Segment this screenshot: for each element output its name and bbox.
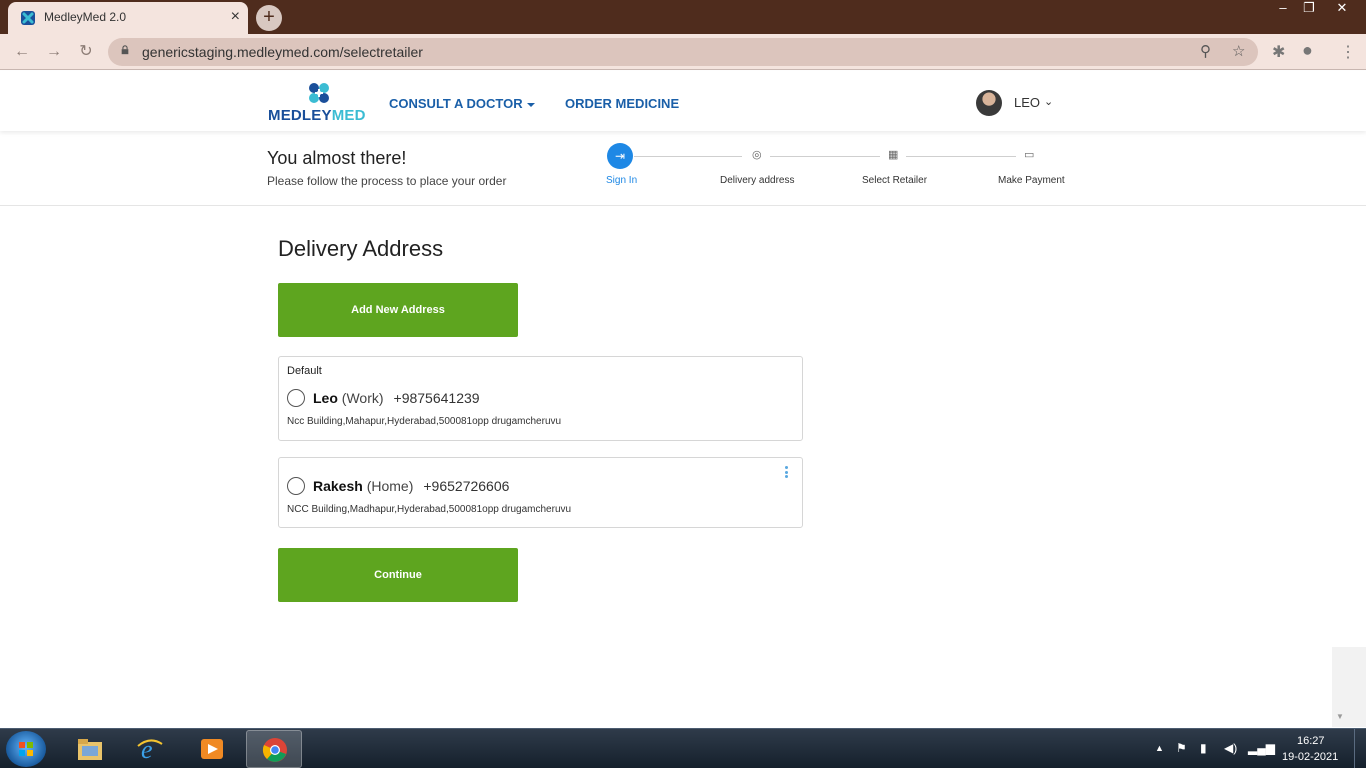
url-text: genericstaging.medleymed.com/selectretai…: [142, 44, 423, 60]
location-pin-icon: ◎: [752, 149, 762, 161]
progress-title: You almost there!: [267, 148, 407, 168]
progress-subtitle: Please follow the process to place your …: [267, 174, 507, 188]
new-tab-button[interactable]: +: [256, 5, 282, 31]
address-radio[interactable]: [287, 477, 305, 495]
address-bar[interactable]: genericstaging.medleymed.com/selectretai…: [108, 38, 1258, 66]
scroll-down-icon[interactable]: ▼: [1336, 712, 1344, 721]
step-label-delivery: Delivery address: [720, 175, 795, 186]
internet-explorer-icon: e: [137, 736, 163, 762]
start-button[interactable]: [6, 731, 46, 767]
step-connector: [634, 156, 742, 157]
checkout-progress: You almost there! Please follow the proc…: [0, 131, 1366, 206]
address-type: (Home): [366, 478, 414, 494]
network-icon[interactable]: ▂▄▆: [1248, 741, 1275, 755]
avatar[interactable]: [976, 90, 1002, 116]
medleymed-logo[interactable]: MEDLEYMED: [268, 81, 370, 125]
logo-text-med: MED: [331, 107, 366, 124]
user-name[interactable]: LEO: [1014, 95, 1040, 110]
lock-icon: [121, 45, 129, 55]
address-card-default[interactable]: Default Leo (Work) +9875641239 Ncc Buildi…: [278, 356, 803, 441]
store-icon: ▦: [888, 149, 899, 161]
step-connector: [906, 156, 1016, 157]
close-window-button[interactable]: ✕: [1324, 0, 1360, 18]
address-text: NCC Building,Madhapur,Hyderabad,500081op…: [287, 504, 572, 515]
zoom-icon[interactable]: ⚲: [1200, 42, 1211, 60]
nav-consult-label: CONSULT A DOCTOR: [389, 96, 523, 111]
clock-time[interactable]: 16:27: [1297, 735, 1325, 747]
action-center-flag-icon[interactable]: ⚑: [1176, 741, 1187, 755]
power-icon[interactable]: ▮: [1200, 741, 1207, 755]
tab-close-icon[interactable]: ×: [231, 8, 240, 26]
step-label-sign-in: Sign In: [606, 175, 638, 186]
browser-titlebar: MedleyMed 2.0 × + – ❐ ✕: [0, 0, 1366, 34]
page-title: Delivery Address: [278, 236, 444, 261]
taskbar-explorer[interactable]: [62, 730, 118, 768]
tray-expand-icon[interactable]: ▲: [1155, 743, 1164, 753]
browser-tab[interactable]: MedleyMed 2.0 ×: [8, 2, 248, 34]
restore-button[interactable]: ❐: [1294, 0, 1324, 18]
address-type: (Work): [341, 390, 384, 406]
taskbar-chrome[interactable]: [246, 730, 302, 768]
logo-mark-icon: [309, 83, 329, 103]
user-chevron-down-icon[interactable]: ⌄: [1044, 95, 1053, 108]
windows-flag-icon: [19, 742, 33, 756]
address-text: Ncc Building,Mahapur,Hyderabad,500081opp…: [287, 416, 562, 427]
extensions-icon[interactable]: ✱: [1272, 42, 1285, 62]
add-new-address-button[interactable]: Add New Address: [278, 283, 518, 337]
taskbar-media[interactable]: [184, 730, 240, 768]
address-card[interactable]: Rakesh (Home) +9652726606 NCC Building,Ma…: [278, 457, 803, 528]
step-label-payment: Make Payment: [998, 175, 1065, 186]
continue-button[interactable]: Continue: [278, 548, 518, 602]
default-badge: Default: [287, 365, 322, 377]
address-radio[interactable]: [287, 389, 305, 407]
chrome-icon: [262, 738, 287, 762]
profile-icon[interactable]: ●: [1302, 40, 1313, 61]
forward-icon[interactable]: →: [42, 40, 66, 64]
tab-title: MedleyMed 2.0: [44, 10, 127, 24]
reload-icon[interactable]: ↻: [74, 40, 98, 64]
step-connector: [770, 156, 880, 157]
media-player-icon: [201, 739, 223, 759]
address-phone: +9652726606: [423, 478, 510, 494]
show-desktop-button[interactable]: [1354, 729, 1366, 768]
nav-consult-doctor[interactable]: CONSULT A DOCTOR: [389, 96, 535, 111]
card-icon: ▭: [1024, 149, 1035, 161]
address-heading: Rakesh (Home) +9652726606: [313, 478, 509, 494]
logo-text-medley: MEDLEY: [268, 107, 332, 124]
taskbar-ie[interactable]: e: [122, 730, 178, 768]
step-label-retailer: Select Retailer: [862, 175, 928, 186]
volume-icon[interactable]: ◀): [1224, 741, 1237, 755]
clock-date[interactable]: 19-02-2021: [1282, 751, 1338, 763]
address-phone: +9875641239: [393, 390, 480, 406]
address-name: Rakesh: [313, 478, 363, 494]
windows-taskbar: e ▲ ⚑ ▮ ◀) ▂▄▆ 16:27 19-02-2021: [0, 728, 1366, 768]
logo-text: MEDLEYMED: [268, 107, 366, 124]
bookmark-star-icon[interactable]: ☆: [1232, 42, 1245, 60]
menu-icon[interactable]: ⋮: [1340, 42, 1356, 62]
site-header: MEDLEYMED CONSULT A DOCTOR ORDER MEDICIN…: [0, 71, 1366, 131]
more-options-icon[interactable]: [784, 466, 790, 480]
address-heading: Leo (Work) +9875641239: [313, 390, 480, 406]
address-name: Leo: [313, 390, 338, 406]
folder-icon: [78, 739, 102, 760]
nav-order-medicine[interactable]: ORDER MEDICINE: [565, 96, 679, 111]
medleymed-favicon-icon: [21, 11, 35, 25]
browser-toolbar: ← → ↻ genericstaging.medleymed.com/selec…: [0, 34, 1366, 70]
sign-in-icon: ⇥: [607, 143, 633, 169]
chevron-down-icon: [526, 102, 535, 107]
back-icon[interactable]: ←: [10, 40, 34, 64]
